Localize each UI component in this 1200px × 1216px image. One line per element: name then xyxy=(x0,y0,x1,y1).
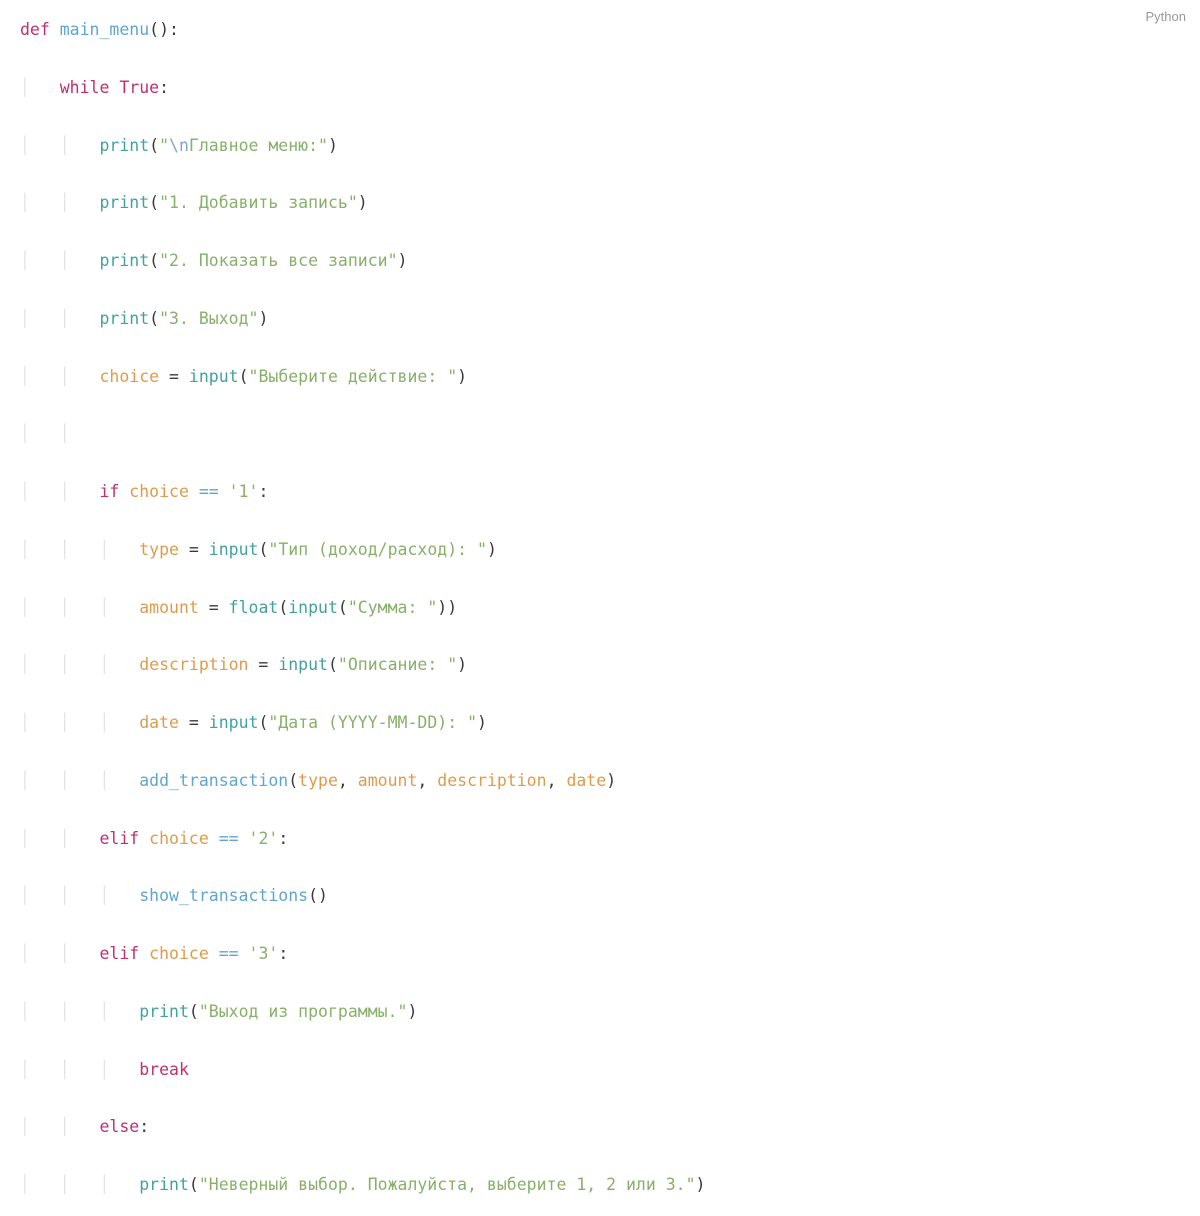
builtin-print: print xyxy=(139,1175,189,1194)
escape-char: \n xyxy=(169,136,189,155)
keyword-break: break xyxy=(139,1060,189,1079)
string-literal: "1. Добавить запись" xyxy=(159,193,358,212)
string-literal: "Дата (YYYY-MM-DD): " xyxy=(268,713,477,732)
string-literal: "2. Показать все записи" xyxy=(159,251,397,270)
builtin-float: float xyxy=(229,598,279,617)
code-content[interactable]: def main_menu(): │ while True: │ │ print… xyxy=(20,16,1180,1200)
string-literal: "3. Выход" xyxy=(159,309,258,328)
var-amount: amount xyxy=(139,598,199,617)
keyword-if: if xyxy=(99,482,119,501)
keyword-else: else xyxy=(99,1117,139,1136)
var-description: description xyxy=(139,655,248,674)
keyword-while: while xyxy=(60,78,110,97)
string-literal: "Выход из программы." xyxy=(199,1002,408,1021)
builtin-print: print xyxy=(99,309,149,328)
string-literal: "Описание: " xyxy=(338,655,457,674)
string-literal: '3' xyxy=(249,944,279,963)
string-literal: '2' xyxy=(249,829,279,848)
string-literal: "Неверный выбор. Пожалуйста, выберите 1,… xyxy=(199,1175,696,1194)
string-literal: "Сумма: " xyxy=(348,598,437,617)
var-type: type xyxy=(139,540,179,559)
paren: ( xyxy=(149,20,159,39)
keyword-elif: elif xyxy=(99,829,139,848)
var-choice: choice xyxy=(99,367,159,386)
builtin-print: print xyxy=(99,136,149,155)
string-literal: "Тип (доход/расход): " xyxy=(268,540,487,559)
paren: ): xyxy=(159,20,179,39)
string-literal: Главное меню: xyxy=(189,136,318,155)
call-show-transactions: show_transactions xyxy=(139,886,308,905)
builtin-print: print xyxy=(99,251,149,270)
string-literal: '1' xyxy=(229,482,259,501)
code-block: Python def main_menu(): │ while True: │ … xyxy=(0,0,1200,1216)
string-literal: "Выберите действие: " xyxy=(249,367,458,386)
call-add-transaction: add_transaction xyxy=(139,771,288,790)
language-label: Python xyxy=(1146,6,1186,29)
keyword-def: def xyxy=(20,20,50,39)
builtin-print: print xyxy=(139,1002,189,1021)
keyword-true: True xyxy=(119,78,159,97)
var-date: date xyxy=(139,713,179,732)
builtin-print: print xyxy=(99,193,149,212)
keyword-elif: elif xyxy=(99,944,139,963)
function-name: main_menu xyxy=(60,20,149,39)
builtin-input: input xyxy=(189,367,239,386)
